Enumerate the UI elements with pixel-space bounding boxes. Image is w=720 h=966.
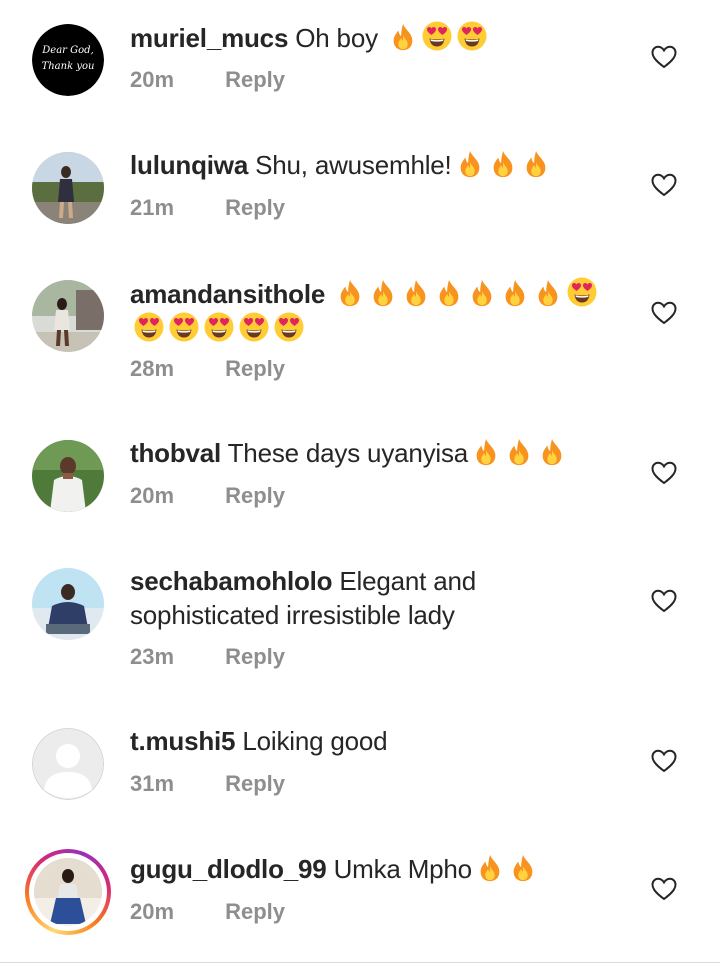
like-button[interactable] <box>651 173 677 197</box>
story-ring-avatar[interactable] <box>25 849 111 935</box>
heart-eyes-icon <box>203 311 235 343</box>
timestamp: 20m <box>130 67 175 92</box>
avatar[interactable] <box>32 152 104 224</box>
fire-icon <box>467 278 497 308</box>
reply-button[interactable]: Reply <box>225 66 285 94</box>
timestamp: 21m <box>130 195 175 220</box>
comment-meta: 20m Reply <box>130 66 285 94</box>
comment-meta: 21m Reply <box>130 194 285 222</box>
comment-meta: 20m Reply <box>130 482 285 510</box>
like-button[interactable] <box>651 749 677 773</box>
heart-outline-icon <box>651 749 677 773</box>
avatar-image <box>32 568 104 640</box>
comment-text: muriel_mucs Oh boy <box>130 20 630 55</box>
comment-text: amandansithole <box>130 276 630 346</box>
fire-icon <box>475 853 505 883</box>
reply-button[interactable]: Reply <box>225 898 285 926</box>
comment-meta: 20m Reply <box>130 898 285 926</box>
like-button[interactable] <box>651 589 677 613</box>
heart-outline-icon <box>651 173 677 197</box>
comment-text: t.mushi5 Loiking good <box>130 724 630 758</box>
avatar-image <box>32 440 104 512</box>
heart-eyes-icon <box>168 311 200 343</box>
heart-outline-icon <box>651 877 677 901</box>
timestamp: 23m <box>130 644 175 669</box>
comment-body: Oh boy <box>295 23 378 53</box>
heart-outline-icon <box>651 301 677 325</box>
avatar-caption-line: Dear God, <box>41 45 93 56</box>
heart-eyes-icon <box>133 311 165 343</box>
fire-icon <box>335 278 365 308</box>
avatar[interactable] <box>32 280 104 352</box>
fire-icon <box>488 149 518 179</box>
fire-icon <box>500 278 530 308</box>
username-link[interactable]: sechabamohlolo <box>130 566 333 596</box>
heart-outline-icon <box>651 589 677 613</box>
emoji-group <box>385 20 488 53</box>
comment-body: Loiking good <box>242 726 388 756</box>
fire-icon <box>508 853 538 883</box>
timestamp: 28m <box>130 356 175 381</box>
comment-body: Shu, awusemhle! <box>255 150 452 180</box>
comment-meta: 28m Reply <box>130 355 285 383</box>
username-link[interactable]: muriel_mucs <box>130 23 288 53</box>
comment-text: lulunqiwa Shu, awusemhle! <box>130 148 630 182</box>
avatar[interactable] <box>32 440 104 512</box>
reply-button[interactable]: Reply <box>225 770 285 798</box>
username-link[interactable]: amandansithole <box>130 279 325 309</box>
emoji-group <box>472 854 538 884</box>
comment-meta: 23m Reply <box>130 643 285 671</box>
reply-button[interactable]: Reply <box>225 194 285 222</box>
timestamp: 20m <box>130 899 175 924</box>
heart-eyes-icon <box>566 276 598 308</box>
avatar[interactable]: Dear God, Thank you <box>32 24 104 96</box>
comment-meta: 31m Reply <box>130 770 285 798</box>
timestamp: 20m <box>130 483 175 508</box>
fire-icon <box>388 22 418 52</box>
fire-icon <box>504 437 534 467</box>
fire-icon <box>434 278 464 308</box>
avatar-image: Dear God, Thank you <box>32 24 104 96</box>
like-button[interactable] <box>651 301 677 325</box>
comment-text: thobval These days uyanyisa <box>130 436 630 470</box>
avatar-image <box>32 152 104 224</box>
fire-icon <box>455 149 485 179</box>
emoji-group <box>452 150 551 180</box>
fire-icon <box>401 278 431 308</box>
reply-button[interactable]: Reply <box>225 355 285 383</box>
username-link[interactable]: t.mushi5 <box>130 726 236 756</box>
comment-text: gugu_dlodlo_99 Umka Mpho <box>130 852 630 886</box>
fire-icon <box>533 278 563 308</box>
like-button[interactable] <box>651 45 677 69</box>
avatar-image <box>34 858 102 926</box>
fire-icon <box>521 149 551 179</box>
username-link[interactable]: gugu_dlodlo_99 <box>130 854 327 884</box>
username-link[interactable]: lulunqiwa <box>130 150 248 180</box>
heart-eyes-icon <box>238 311 270 343</box>
heart-outline-icon <box>651 461 677 485</box>
avatar-image <box>32 280 104 352</box>
fire-icon <box>537 437 567 467</box>
reply-button[interactable]: Reply <box>225 482 285 510</box>
fire-icon <box>368 278 398 308</box>
heart-eyes-icon <box>456 20 488 52</box>
heart-outline-icon <box>651 45 677 69</box>
comment-text: sechabamohlolo Elegant and sophisticated… <box>130 564 630 632</box>
timestamp: 31m <box>130 771 175 796</box>
like-button[interactable] <box>651 461 677 485</box>
comment-body: Umka Mpho <box>333 854 473 884</box>
emoji-group <box>468 438 567 468</box>
avatar[interactable] <box>32 728 104 800</box>
avatar-caption-line: Thank you <box>42 61 95 72</box>
reply-button[interactable]: Reply <box>225 643 285 671</box>
like-button[interactable] <box>651 877 677 901</box>
default-avatar-icon <box>32 728 104 800</box>
bottom-divider <box>0 962 720 963</box>
fire-icon <box>471 437 501 467</box>
comment-body: These days uyanyisa <box>227 438 469 468</box>
heart-eyes-icon <box>273 311 305 343</box>
avatar[interactable] <box>32 568 104 640</box>
heart-eyes-icon <box>421 20 453 52</box>
username-link[interactable]: thobval <box>130 438 221 468</box>
